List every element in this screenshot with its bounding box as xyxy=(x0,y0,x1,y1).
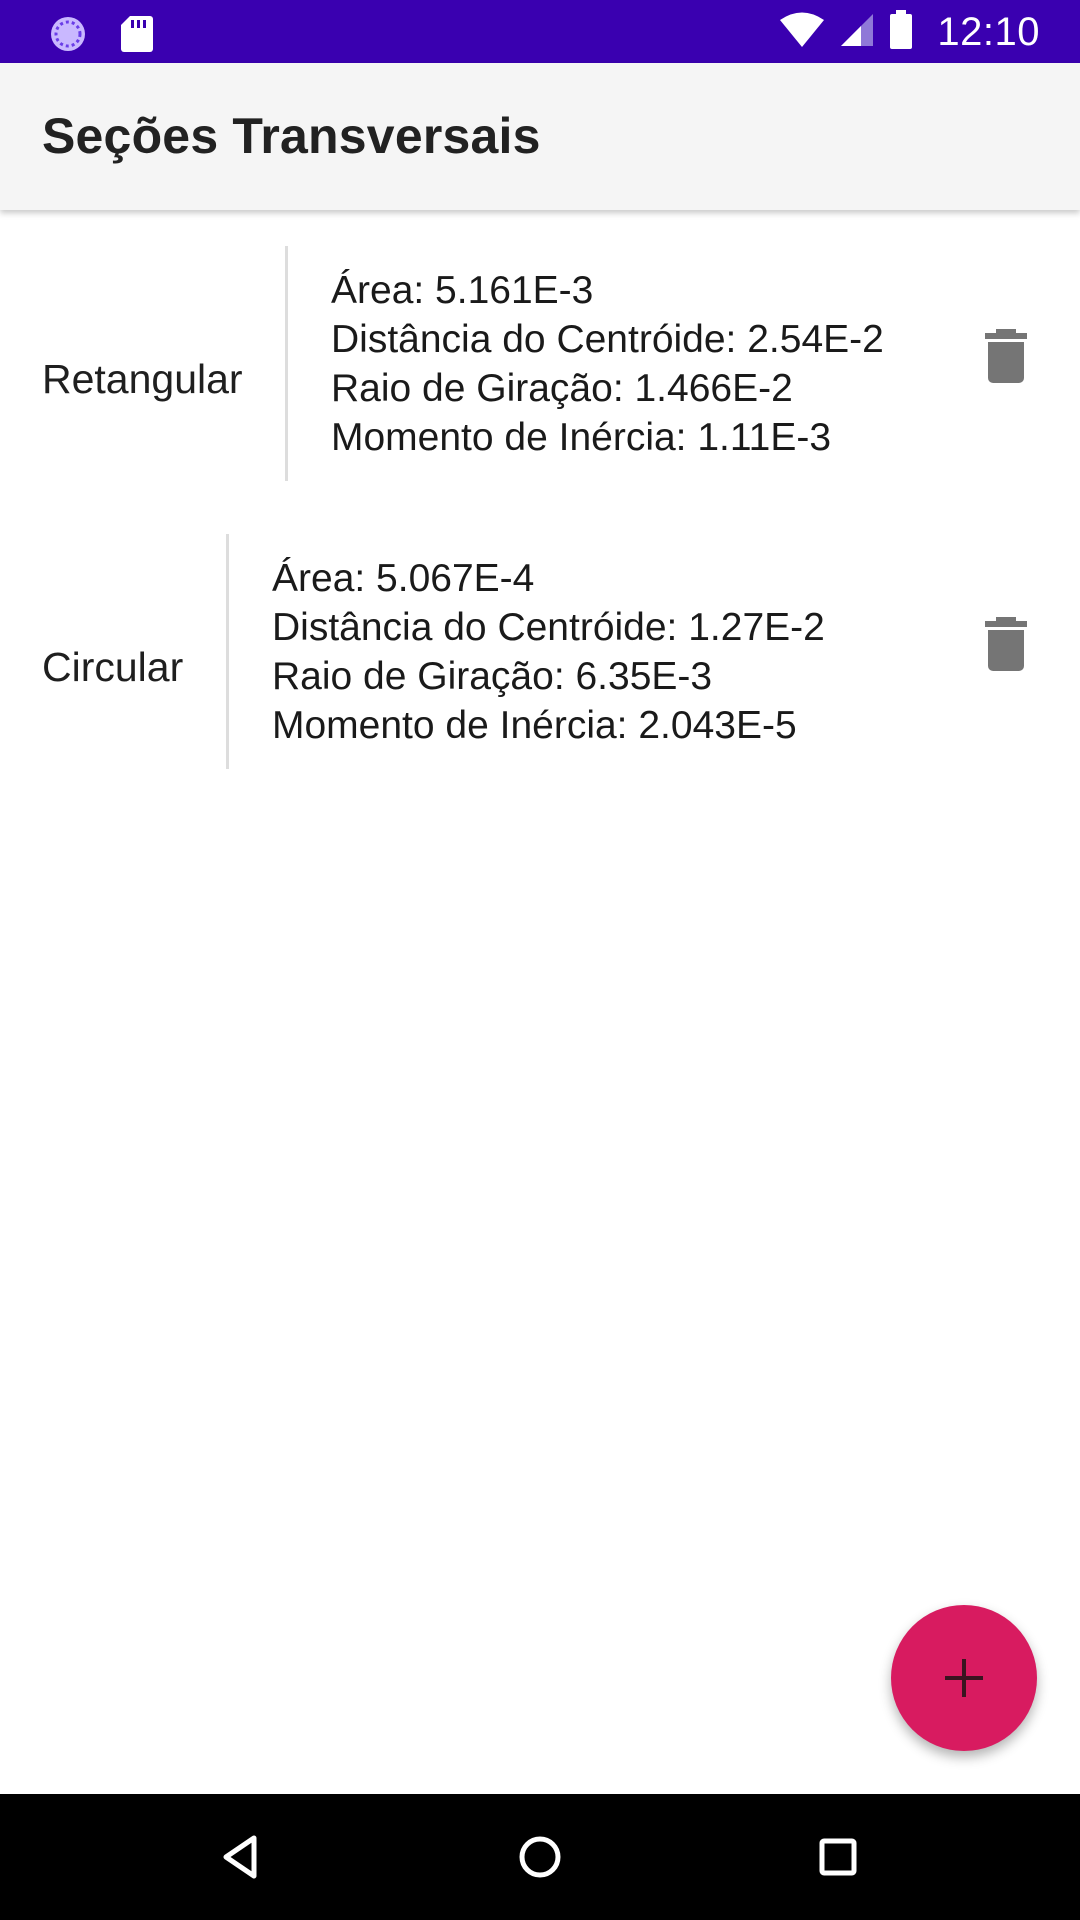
list-item[interactable]: Circular Área: 5.067E-4 Distância do Cen… xyxy=(0,524,1080,812)
sync-icon xyxy=(46,12,90,61)
delete-button[interactable] xyxy=(980,328,1032,384)
wifi-icon xyxy=(779,11,825,54)
recents-button[interactable] xyxy=(805,1824,871,1890)
status-right-icons: 12:10 xyxy=(779,8,1040,56)
back-icon xyxy=(223,1835,257,1879)
add-section-button[interactable] xyxy=(891,1605,1037,1751)
property-moment-of-inertia: Momento de Inércia: 2.043E-5 xyxy=(272,704,797,747)
delete-button[interactable] xyxy=(980,616,1032,672)
property-area: Área: 5.067E-4 xyxy=(272,557,535,600)
page-title: Seções Transversais xyxy=(42,108,541,164)
trash-icon xyxy=(985,329,1027,383)
property-radius-of-gyration: Raio de Giração: 6.35E-3 xyxy=(272,655,713,698)
divider xyxy=(285,246,288,481)
section-name: Circular xyxy=(42,644,184,690)
status-bar: 12:10 xyxy=(0,0,1080,63)
status-left-icons xyxy=(46,12,154,61)
recents-icon xyxy=(819,1838,857,1876)
property-centroid-distance: Distância do Centróide: 2.54E-2 xyxy=(331,318,884,361)
property-centroid-distance: Distância do Centróide: 1.27E-2 xyxy=(272,606,825,649)
back-button[interactable] xyxy=(208,1824,274,1890)
cell-signal-icon xyxy=(839,12,875,53)
status-time: 12:10 xyxy=(937,9,1040,54)
property-moment-of-inertia: Momento de Inércia: 1.11E-3 xyxy=(331,416,832,459)
plus-icon xyxy=(945,1659,983,1697)
trash-icon xyxy=(985,617,1027,671)
home-button[interactable] xyxy=(507,1824,573,1890)
property-radius-of-gyration: Raio de Giração: 1.466E-2 xyxy=(331,367,793,410)
battery-icon xyxy=(889,9,913,55)
section-properties: Área: 5.161E-3 Distância do Centróide: 2… xyxy=(331,266,884,462)
property-area: Área: 5.161E-3 xyxy=(331,269,594,312)
list-item[interactable]: Retangular Área: 5.161E-3 Distância do C… xyxy=(0,236,1080,524)
home-icon xyxy=(519,1836,561,1878)
section-name: Retangular xyxy=(42,356,243,402)
section-properties: Área: 5.067E-4 Distância do Centróide: 1… xyxy=(272,554,825,750)
navigation-bar xyxy=(0,1794,1080,1920)
sd-card-icon xyxy=(120,14,154,59)
app-bar: Seções Transversais xyxy=(0,63,1080,210)
divider xyxy=(226,534,229,769)
